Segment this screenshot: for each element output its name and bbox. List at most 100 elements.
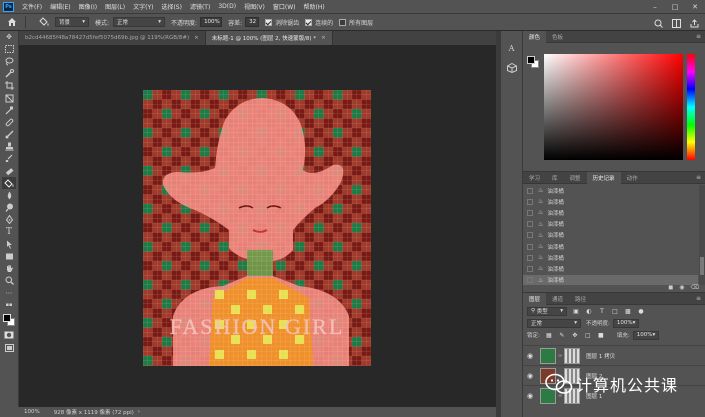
marquee-tool-icon[interactable] [2,43,16,55]
eraser-tool-icon[interactable] [2,165,16,177]
panel-menu-icon[interactable]: ≡ [696,295,701,302]
tab-layers[interactable]: 图层 [523,292,547,305]
3d-panel-icon[interactable] [505,61,519,75]
dodge-tool-icon[interactable] [2,202,16,214]
contiguous-checkbox[interactable] [305,18,313,26]
paint-bucket-tool-preset-icon[interactable] [37,15,51,29]
lasso-tool-icon[interactable] [2,55,16,67]
screen-mode-icon[interactable] [2,342,16,354]
snapshot-icon[interactable]: ◼ [668,284,673,291]
document-canvas[interactable]: FASHION GIRL [143,90,371,366]
layer-opacity-input[interactable]: 100% ▾ [612,318,639,328]
blur-tool-icon[interactable] [2,189,16,201]
delete-icon[interactable]: ⌫ [691,284,699,291]
tab-source-image[interactable]: b2cd44685f48a78427d5fef5075d69b.jpg @ 11… [19,31,206,45]
share-icon[interactable] [687,16,701,30]
menu-3d[interactable]: 3D(D) [218,3,236,10]
adjustment-filter-icon[interactable]: ◐ [585,307,593,315]
history-item[interactable]: ♨ 油漆桶 [523,263,698,274]
menu-image[interactable]: 图像(I) [79,2,97,11]
frame-tool-icon[interactable] [2,92,16,104]
history-item[interactable]: ♨ 油漆桶 [523,196,698,207]
lock-all-icon[interactable]: ■ [597,331,605,339]
pixel-filter-icon[interactable]: ▣ [572,307,580,315]
layer-kind-select[interactable]: ⚲ 类型 ▾ [527,306,567,316]
history-item[interactable]: ♨ 油漆桶 [523,219,698,230]
canvas-workspace[interactable]: FASHION GIRL [19,45,496,407]
history-item[interactable]: ♨ 油漆桶 [523,207,698,218]
move-tool-icon[interactable]: ✥ [2,31,16,43]
type-tool-icon[interactable]: T [2,226,16,238]
history-scrollbar[interactable] [699,185,705,285]
tab-learn[interactable]: 学习 [523,172,546,184]
zoom-level[interactable]: 100% [24,409,40,415]
menu-type[interactable]: 文字(Y) [133,2,153,11]
mode-select[interactable]: 正常 ▾ [113,17,166,27]
tolerance-input[interactable]: 32 [245,17,260,27]
edit-toolbar-icon[interactable]: ▪▪ [2,299,16,311]
fill-source-select[interactable]: 背景 ▾ [55,17,89,27]
blend-mode-select[interactable]: 正常 ▾ [527,318,581,328]
panel-menu-icon[interactable]: ≡ [696,33,701,40]
close-tab-icon[interactable]: × [321,35,326,41]
status-menu-icon[interactable]: › [138,409,140,415]
color-field[interactable] [544,54,683,160]
pen-tool-icon[interactable] [2,214,16,226]
antialias-checkbox[interactable] [265,18,273,26]
all-layers-checkbox[interactable] [339,18,347,26]
filter-toggle-icon[interactable]: ● [637,307,645,315]
lock-artboard-icon[interactable]: □ [584,331,592,339]
close-tab-icon[interactable]: × [194,35,199,41]
foreground-color-swatch[interactable] [527,56,535,64]
close-button[interactable]: ✕ [685,0,705,13]
menu-view[interactable]: 视图(V) [244,2,265,11]
tab-actions[interactable]: 动作 [621,172,644,184]
eyedropper-tool-icon[interactable] [2,104,16,116]
layer-name[interactable]: 图层 1 拷贝 [586,352,615,360]
maximize-button[interactable]: □ [665,0,685,13]
tab-color[interactable]: 颜色 [523,30,547,43]
lock-paint-icon[interactable]: ✎ [558,331,566,339]
menu-edit[interactable]: 编辑(E) [50,2,70,11]
shape-filter-icon[interactable]: □ [611,307,619,315]
tab-untitled-1[interactable]: 未标题-1 @ 100% (图层 2, 快速蒙版/8) * × [205,31,333,45]
tab-libraries[interactable]: 库 [546,172,564,184]
menu-filter[interactable]: 滤镜(T) [190,2,210,11]
workspace-icon[interactable] [669,16,683,30]
color-swatches[interactable] [2,313,16,327]
lock-pixels-icon[interactable]: ▦ [545,331,553,339]
minimize-button[interactable]: – [645,0,665,13]
brush-tool-icon[interactable] [2,129,16,141]
more-tools-icon[interactable]: ⋯ [2,287,16,299]
history-item[interactable]: ♨ 油漆桶 [523,185,698,196]
visibility-eye-icon[interactable]: ◉ [523,392,537,400]
smart-object-filter-icon[interactable]: ▩ [624,307,632,315]
type-filter-icon[interactable]: T [598,307,606,315]
foreground-color-swatch[interactable] [3,314,11,323]
search-icon[interactable] [651,16,665,30]
visibility-eye-icon[interactable]: ◉ [523,352,537,360]
paint-bucket-tool-icon[interactable] [2,177,16,190]
tab-paths[interactable]: 路径 [569,293,592,305]
clone-stamp-tool-icon[interactable] [2,141,16,153]
menu-window[interactable]: 窗口(W) [273,2,296,11]
quick-mask-icon[interactable] [2,329,16,341]
menu-help[interactable]: 帮助(H) [304,2,325,11]
layer-mask-thumbnail[interactable] [564,347,581,364]
tab-adjustments[interactable]: 调整 [564,172,587,184]
menu-select[interactable]: 选择(S) [161,2,182,11]
character-panel-icon[interactable]: A [505,41,519,55]
history-item[interactable]: ♨ 油漆桶 [523,241,698,252]
quick-selection-tool-icon[interactable] [2,68,16,80]
tab-swatches[interactable]: 色板 [546,31,569,43]
tab-channels[interactable]: 通道 [546,293,569,305]
history-brush-tool-icon[interactable] [2,153,16,165]
hue-slider[interactable] [687,54,695,160]
zoom-tool-icon[interactable] [2,275,16,287]
tab-history[interactable]: 历史记录 [586,171,621,184]
menu-file[interactable]: 文件(F) [22,2,42,11]
layer-row[interactable]: ◉ ∞ 图层 1 拷贝 [523,345,705,365]
lock-position-icon[interactable]: ✥ [571,331,579,339]
menu-layer[interactable]: 图层(L) [105,2,125,11]
crop-tool-icon[interactable] [2,80,16,92]
